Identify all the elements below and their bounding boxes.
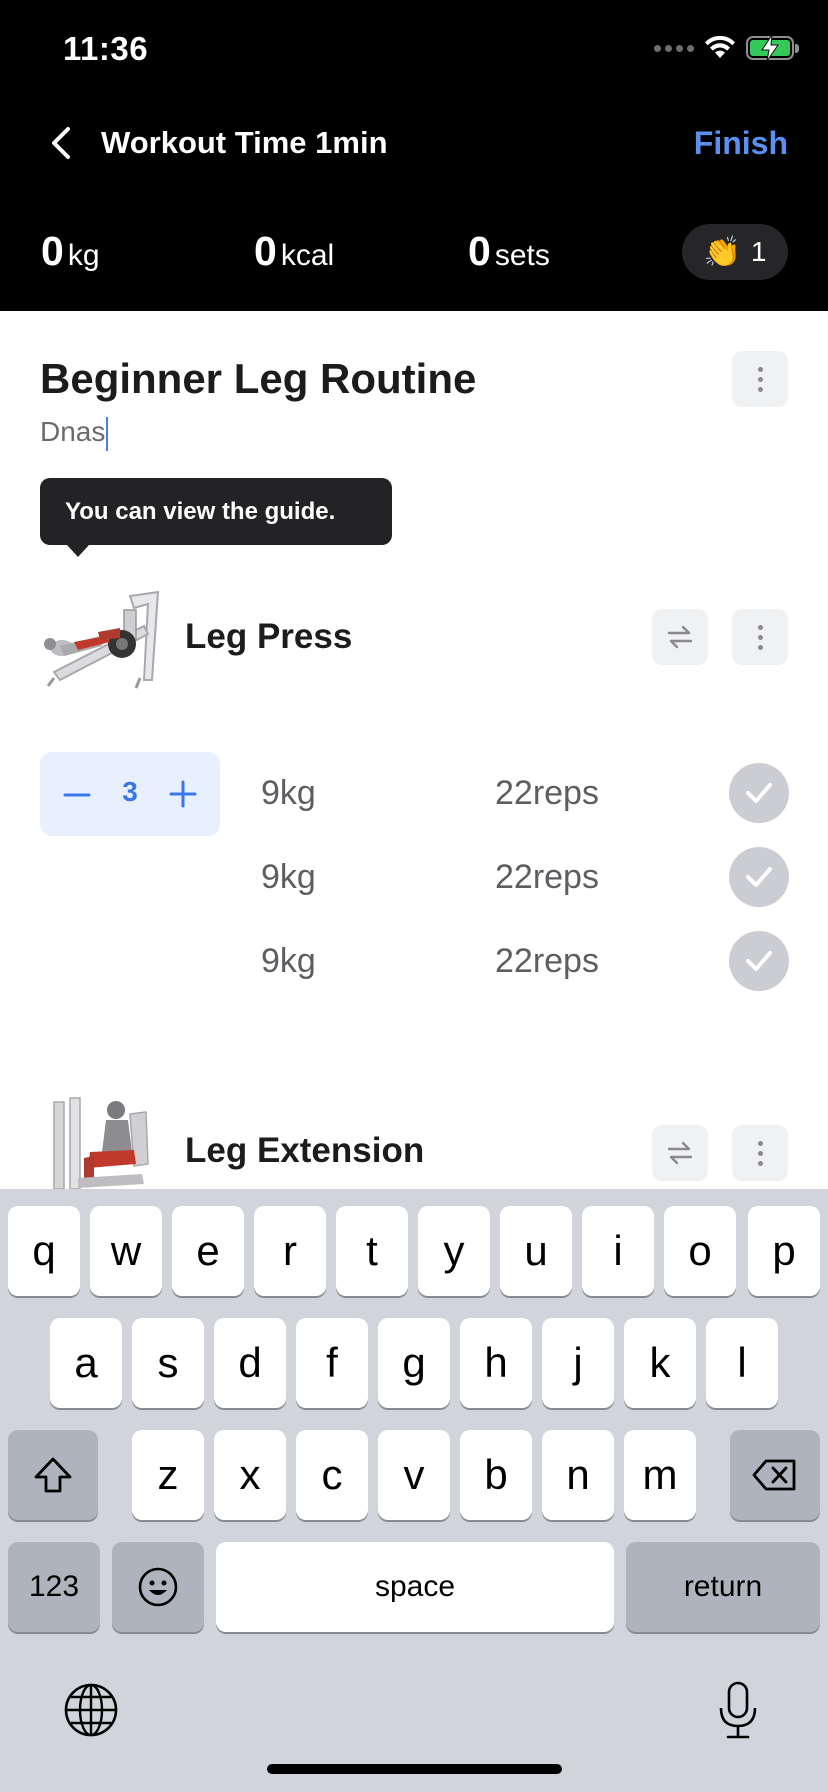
set-weight[interactable]: 9kg [261,774,316,813]
back-chevron-icon[interactable] [44,123,84,163]
guide-tooltip-tail [67,545,89,557]
set-weight[interactable]: 9kg [261,858,316,897]
delete-key[interactable] [730,1430,820,1520]
microphone-icon[interactable] [716,1680,760,1740]
exercise-more-button[interactable] [732,1125,788,1181]
workout-time-title: Workout Time 1min [101,125,388,160]
key-u[interactable]: u [500,1206,572,1296]
check-icon [746,951,772,971]
more-vertical-icon [757,366,763,392]
swap-icon [667,625,693,649]
globe-icon[interactable] [63,1682,119,1738]
set-reps[interactable]: 22reps [495,774,599,813]
key-j[interactable]: j [542,1318,614,1408]
status-indicators [654,35,799,61]
key-f[interactable]: f [296,1318,368,1408]
set-reps[interactable]: 22reps [495,858,599,897]
stat-calories: 0 kcal [254,228,335,274]
numbers-key[interactable]: 123 [8,1542,100,1632]
clap-icon: 👏 [703,235,741,269]
set-complete-button[interactable] [729,931,789,991]
cellular-signal-icon [654,44,694,52]
emoji-icon [138,1567,178,1607]
clap-count: 1 [750,236,767,267]
key-i[interactable]: i [582,1206,654,1296]
leg-extension-thumbnail[interactable] [50,1094,170,1189]
swap-icon [667,1141,693,1165]
text-cursor [106,416,109,451]
status-time: 11:36 [63,30,149,67]
key-t[interactable]: t [336,1206,408,1296]
more-vertical-icon [757,624,763,650]
swap-exercise-button[interactable] [652,1125,708,1181]
key-d[interactable]: d [214,1318,286,1408]
key-c[interactable]: c [296,1430,368,1520]
routine-more-button[interactable] [732,351,788,407]
guide-tooltip: You can view the guide. [40,478,392,545]
key-r[interactable]: r [254,1206,326,1296]
battery-charging-icon [746,35,799,61]
more-vertical-icon [757,1140,763,1166]
check-icon [746,783,772,803]
delete-icon [752,1459,796,1491]
key-p[interactable]: p [748,1206,820,1296]
finish-button[interactable]: Finish [694,125,788,162]
stat-sets: 0 sets [468,228,550,274]
key-l[interactable]: l [706,1318,778,1408]
stat-weight: 0 kg [41,228,100,274]
set-reps[interactable]: 22reps [495,942,599,981]
key-v[interactable]: v [378,1430,450,1520]
set-weight[interactable]: 9kg [261,942,316,981]
set-row: 9kg 22reps [0,842,828,912]
key-a[interactable]: a [50,1318,122,1408]
swap-exercise-button[interactable] [652,609,708,665]
key-e[interactable]: e [172,1206,244,1296]
key-w[interactable]: w [90,1206,162,1296]
exercise-name[interactable]: Leg Extension [185,1131,424,1171]
key-o[interactable]: o [664,1206,736,1296]
set-row: 9kg 22reps [0,758,828,828]
exercise-name[interactable]: Leg Press [185,617,352,657]
key-k[interactable]: k [624,1318,696,1408]
routine-note-input[interactable]: Dnas [40,416,109,451]
nav-bar: Workout Time 1min Finish [0,118,828,170]
emoji-key[interactable] [112,1542,204,1632]
set-complete-button[interactable] [729,847,789,907]
set-complete-button[interactable] [729,763,789,823]
check-icon [746,867,772,887]
routine-title: Beginner Leg Routine [40,355,477,402]
exercise-more-button[interactable] [732,609,788,665]
space-key[interactable]: space [216,1542,614,1632]
set-row: 9kg 22reps [0,926,828,996]
shift-icon [34,1457,72,1493]
key-m[interactable]: m [624,1430,696,1520]
clap-button[interactable]: 👏 1 [682,224,788,280]
return-key[interactable]: return [626,1542,820,1632]
key-x[interactable]: x [214,1430,286,1520]
key-y[interactable]: y [418,1206,490,1296]
key-n[interactable]: n [542,1430,614,1520]
workout-stats: 0 kg 0 kcal 0 sets 👏 1 [0,224,828,280]
key-z[interactable]: z [132,1430,204,1520]
shift-key[interactable] [8,1430,98,1520]
workout-header: 11:36 Workout Time 1min Finish 0 kg 0 kcal… [0,0,828,311]
key-s[interactable]: s [132,1318,204,1408]
leg-press-thumbnail[interactable] [40,582,160,692]
home-indicator [267,1764,562,1774]
key-q[interactable]: q [8,1206,80,1296]
key-h[interactable]: h [460,1318,532,1408]
wifi-icon [705,36,735,58]
key-b[interactable]: b [460,1430,532,1520]
key-g[interactable]: g [378,1318,450,1408]
